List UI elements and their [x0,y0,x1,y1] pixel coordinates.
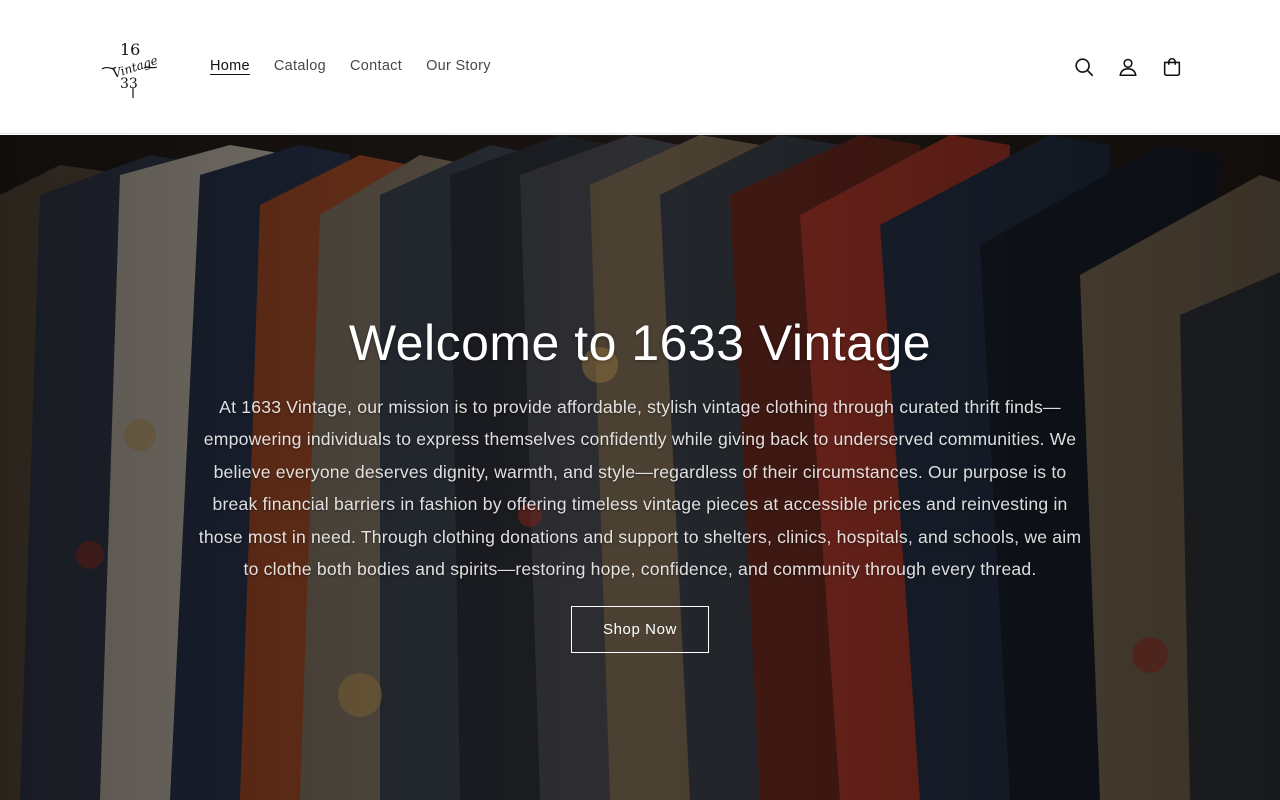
svg-text:16: 16 [120,40,140,59]
nav-link-contact[interactable]: Contact [338,54,414,79]
svg-text:33: 33 [120,76,138,92]
nav-link-catalog[interactable]: Catalog [262,54,338,79]
main-nav: Home Catalog Contact Our Story [198,54,503,79]
account-button[interactable] [1106,45,1150,89]
site-header: 16 Vintage 33 Home Catalog Contact Our S… [0,0,1280,134]
brand-logo[interactable]: 16 Vintage 33 [98,38,160,100]
account-icon [1119,58,1137,77]
header-icons [1062,45,1194,89]
search-button[interactable] [1062,45,1106,89]
nav-link-our-story[interactable]: Our Story [414,54,503,79]
search-icon [1075,58,1094,77]
cart-icon [1163,57,1181,77]
hero-description: At 1633 Vintage, our mission is to provi… [198,397,1082,580]
logo-mark-icon: 16 Vintage 33 [101,40,159,98]
hero-banner: Welcome to 1633 Vintage At 1633 Vintage,… [0,135,1280,800]
cart-button[interactable] [1150,45,1194,89]
nav-link-home[interactable]: Home [198,54,262,79]
hero-title: Welcome to 1633 Vintage [348,315,932,371]
hero-content: Welcome to 1633 Vintage At 1633 Vintage,… [190,313,1090,654]
shop-now-button[interactable]: Shop Now [571,606,709,654]
